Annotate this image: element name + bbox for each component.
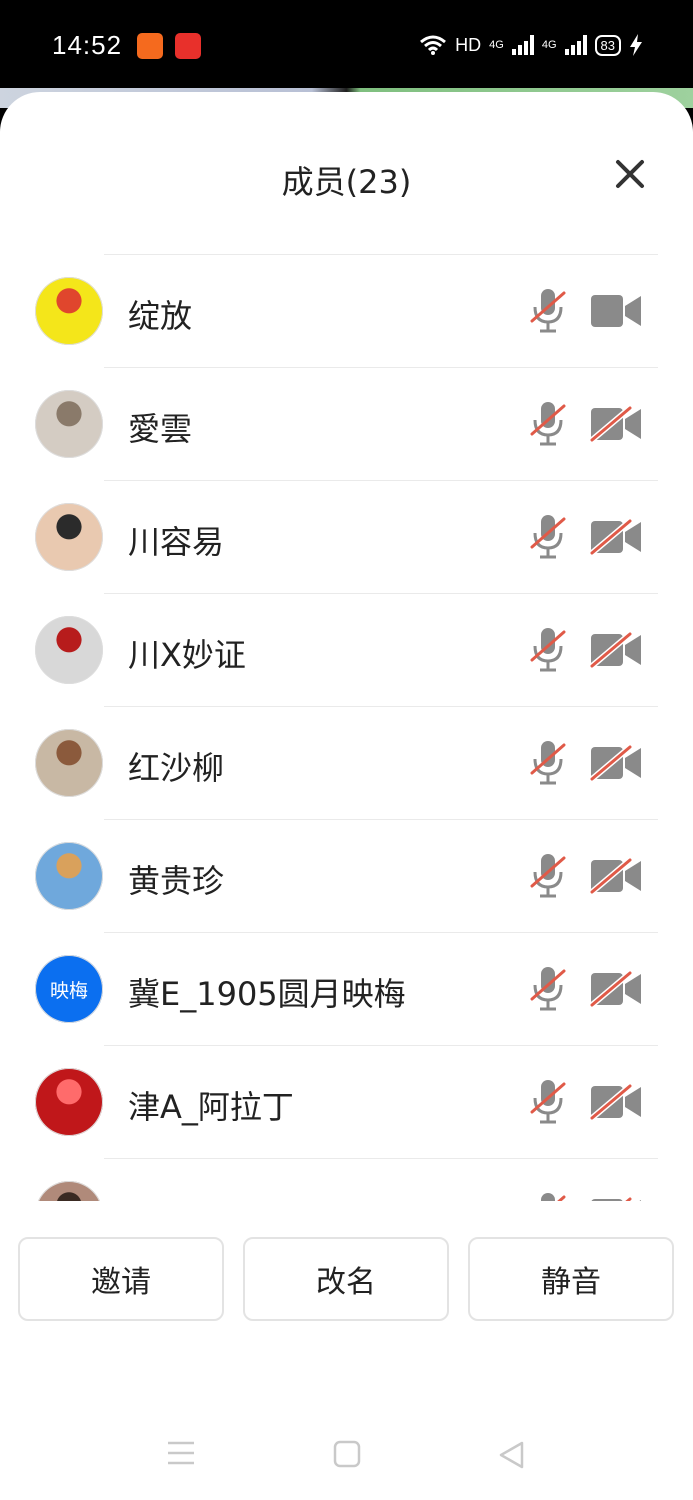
signal-4g-label: 4G: [489, 39, 504, 51]
member-avatar: 映梅: [35, 955, 103, 1023]
mic-muted-icon[interactable]: [528, 400, 568, 448]
mic-muted-icon[interactable]: [528, 852, 568, 900]
rename-button[interactable]: 改名: [243, 1237, 449, 1321]
signal-icon: [511, 35, 534, 55]
network-label: HD: [455, 34, 482, 55]
avatar-text: 映梅: [49, 979, 88, 1002]
member-avatar: [35, 729, 103, 797]
camera-off-icon[interactable]: [590, 632, 642, 668]
member-avatar: [35, 616, 103, 684]
member-name: 愛雲: [128, 410, 193, 448]
wifi-icon: [420, 35, 447, 55]
mic-muted-icon[interactable]: [528, 626, 568, 674]
signal-4g-label: 4G: [541, 39, 557, 51]
status-indicators: HD 4G 4G 83: [419, 34, 643, 56]
mic-muted-icon[interactable]: [528, 513, 568, 561]
member-row[interactable]: 红沙柳: [0, 707, 693, 820]
member-row[interactable]: 川容易: [0, 481, 693, 594]
mic-muted-icon[interactable]: [528, 1078, 568, 1126]
battery-icon: 83: [594, 34, 621, 56]
member-avatar: [35, 842, 103, 910]
mic-muted-icon[interactable]: [528, 739, 568, 787]
camera-off-icon[interactable]: [590, 971, 642, 1007]
member-name: 绽放: [128, 297, 193, 335]
member-row[interactable]: 津A_阿拉丁: [0, 1046, 693, 1159]
invite-button[interactable]: 邀请: [18, 1237, 224, 1321]
mic-muted-icon[interactable]: [528, 1191, 568, 1201]
member-row[interactable]: 愛雲: [0, 368, 693, 481]
member-list[interactable]: 绽放愛雲川容易川X妙证红沙柳黄贵珍映梅 冀E_1905圆月映梅 津A_阿拉丁: [0, 255, 693, 1201]
mic-muted-icon[interactable]: [528, 287, 568, 335]
home-icon[interactable]: [333, 1440, 361, 1468]
member-name: 津A_阿拉丁: [128, 1088, 294, 1126]
camera-off-icon[interactable]: [590, 745, 642, 781]
system-nav-bar: [0, 1392, 693, 1500]
member-avatar: [35, 390, 103, 458]
member-avatar: [35, 503, 103, 571]
members-sheet: 成员(23) 绽放愛雲川容易川X妙证红沙柳黄贵珍映梅 冀E_1905圆月映梅 津A_…: [0, 92, 693, 1500]
mic-muted-icon[interactable]: [528, 965, 568, 1013]
menu-icon[interactable]: [166, 1440, 196, 1466]
sheet-title: 成员(23): [281, 163, 412, 201]
member-avatar: [35, 1181, 103, 1201]
app-notification-icon: [137, 33, 163, 59]
camera-off-icon[interactable]: [590, 519, 642, 555]
member-row[interactable]: 川X妙证: [0, 594, 693, 707]
member-row[interactable]: 黄贵珍: [0, 820, 693, 933]
member-row[interactable]: 绽放: [0, 255, 693, 368]
close-icon[interactable]: [610, 154, 650, 194]
member-avatar: [35, 1068, 103, 1136]
member-avatar: [35, 277, 103, 345]
app-notification-icon: [175, 33, 201, 59]
signal-icon: [564, 35, 587, 55]
member-name: 川容易: [128, 523, 225, 561]
status-time: 14:52: [52, 30, 123, 60]
member-name: 红沙柳: [128, 749, 225, 787]
member-row[interactable]: 映梅 冀E_1905圆月映梅: [0, 933, 693, 1046]
camera-off-icon[interactable]: [590, 1197, 642, 1201]
member-name: 川X妙证: [128, 636, 246, 674]
camera-off-icon[interactable]: [590, 406, 642, 442]
camera-off-icon[interactable]: [590, 1084, 642, 1120]
camera-off-icon[interactable]: [590, 858, 642, 894]
status-bar: 14:52 HD 4G 4G 83: [0, 0, 693, 88]
member-row[interactable]: [0, 1159, 693, 1201]
camera-icon[interactable]: [590, 293, 642, 329]
member-name: 冀E_1905圆月映梅: [128, 975, 406, 1013]
charging-icon: [630, 34, 642, 56]
member-name: 黄贵珍: [128, 862, 225, 900]
mute-all-button[interactable]: 静音: [468, 1237, 674, 1321]
back-icon[interactable]: [497, 1440, 525, 1470]
